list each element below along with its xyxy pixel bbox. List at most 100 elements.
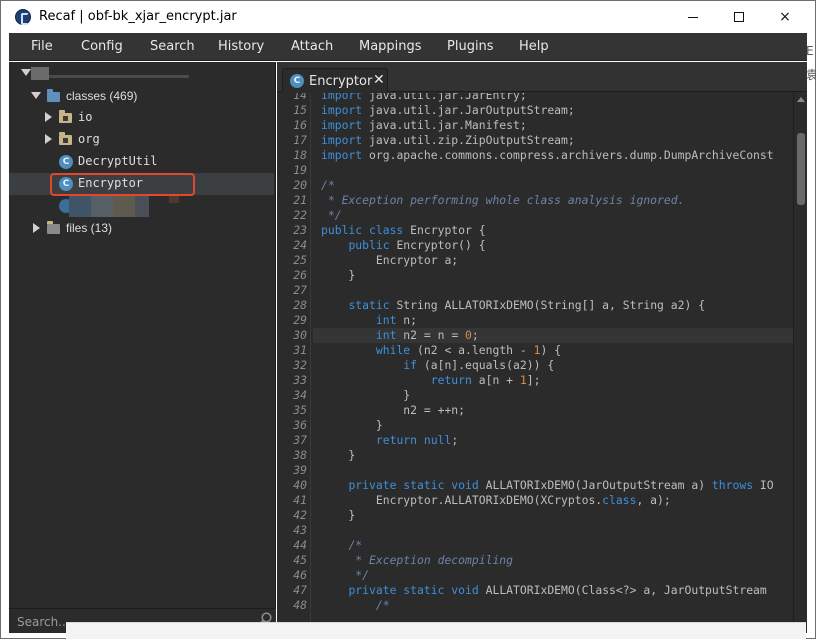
chevron-down-icon (31, 92, 41, 99)
code-line[interactable]: return null; (321, 433, 458, 448)
editor-area: C Encryptor ✕ 14 15 16 17 18 19 20 21 22 23 24 25 26… (277, 62, 807, 633)
code-line[interactable]: return a[n + 1]; (321, 373, 541, 388)
line-number: 23 (293, 223, 307, 237)
annotation-highlight (50, 173, 195, 196)
chevron-right-icon (45, 112, 52, 122)
menu-history[interactable]: History (218, 33, 264, 61)
line-number: 14 (293, 93, 307, 102)
code-line[interactable]: } (321, 508, 355, 523)
line-number: 15 (293, 103, 307, 117)
code-line[interactable]: Encryptor a; (321, 253, 458, 268)
code-line[interactable]: int n; (321, 313, 417, 328)
code-line[interactable]: while (n2 < a.length - 1) { (321, 343, 561, 358)
line-number: 21 (293, 193, 307, 207)
line-number: 34 (293, 388, 307, 402)
code-line[interactable]: /* (321, 178, 335, 193)
line-number: 48 (293, 598, 307, 612)
code-line[interactable]: } (321, 388, 410, 403)
code-line[interactable]: int n2 = n = 0; (321, 328, 479, 343)
scroll-up-icon[interactable] (797, 97, 805, 102)
redacted-block (91, 195, 113, 217)
code-line[interactable]: import java.util.jar.Manifest; (321, 118, 527, 133)
code-line[interactable]: public Encryptor() { (321, 238, 485, 253)
scroll-thumb[interactable] (797, 133, 805, 205)
line-number: 43 (293, 523, 307, 537)
line-number: 27 (293, 283, 307, 297)
line-number: 38 (293, 448, 307, 462)
line-number: 30 (293, 328, 307, 342)
tree-class-label: DecryptUtil (78, 154, 158, 168)
code-line[interactable]: public class Encryptor { (321, 223, 486, 238)
minimize-icon (688, 16, 698, 18)
line-number: 28 (293, 298, 307, 312)
menu-file[interactable]: File (31, 33, 53, 61)
line-number: 25 (293, 253, 307, 267)
code-line[interactable]: /* (321, 598, 390, 613)
code-line[interactable]: n2 = ++n; (321, 403, 465, 418)
line-number: 41 (293, 493, 307, 507)
menu-attach[interactable]: Attach (291, 33, 333, 61)
tree-classes[interactable]: classes (469) (9, 86, 274, 108)
chevron-down-icon (21, 69, 31, 76)
code-line[interactable]: } (321, 418, 383, 433)
code-line[interactable]: Encryptor.ALLATORIxDEMO(XCryptos.class, … (321, 493, 671, 508)
line-number: 31 (293, 343, 307, 357)
chevron-right-icon (45, 134, 52, 144)
code-line[interactable]: static String ALLATORIxDEMO(String[] a, … (321, 298, 705, 313)
code-line[interactable]: if (a[n].equals(a2)) { (321, 358, 554, 373)
tree-root[interactable] (9, 63, 274, 85)
code-line[interactable]: private static void ALLATORIxDEMO(JarOut… (321, 478, 773, 493)
code-line[interactable]: import org.apache.commons.compress.archi… (321, 148, 774, 163)
vertical-scrollbar[interactable] (793, 93, 807, 633)
redacted-block (113, 195, 135, 217)
code-line[interactable]: } (321, 448, 355, 463)
menu-plugins[interactable]: Plugins (447, 33, 494, 61)
line-number: 37 (293, 433, 307, 447)
menu-mappings[interactable]: Mappings (359, 33, 422, 61)
line-number: 39 (293, 463, 307, 477)
menu-search[interactable]: Search (150, 33, 195, 61)
code-line[interactable]: */ (321, 208, 342, 223)
code-line[interactable]: * Exception performing whole class analy… (321, 193, 685, 208)
menu-help[interactable]: Help (519, 33, 549, 61)
tree-package-io[interactable]: io (9, 107, 274, 129)
background-window-fragment: 袁 (806, 68, 816, 82)
code-line[interactable]: * Exception decompiling (321, 553, 513, 568)
app-window: Recaf | obf-bk_xjar_encrypt.jar × File C… (0, 0, 816, 639)
line-number: 35 (293, 403, 307, 417)
line-number: 24 (293, 238, 307, 252)
line-number: 32 (293, 358, 307, 372)
line-number: 36 (293, 418, 307, 432)
code-line[interactable]: import java.util.jar.JarEntry; (321, 93, 527, 103)
minimize-button[interactable] (670, 1, 716, 33)
tree-files-label: files (13) (66, 221, 113, 235)
window-title: Recaf | obf-bk_xjar_encrypt.jar (39, 9, 237, 24)
tree-class-decryptutil[interactable]: C DecryptUtil (9, 151, 274, 173)
background-window-fragment: E (806, 44, 814, 58)
tab-encryptor[interactable]: C Encryptor ✕ (282, 68, 388, 92)
tree-class-redacted[interactable] (9, 195, 274, 217)
workspace-tree[interactable]: classes (469) io org C DecryptUtil C Enc… (9, 62, 276, 633)
line-number: 47 (293, 583, 307, 597)
code-line[interactable]: } (321, 268, 355, 283)
package-folder-icon (59, 132, 72, 145)
close-button[interactable]: × (762, 1, 808, 33)
package-folder-icon (59, 110, 72, 123)
code-line[interactable]: /* (321, 538, 362, 553)
code-view[interactable]: import java.util.jar.JarEntry; import jav… (313, 93, 793, 633)
title-bar[interactable]: Recaf | obf-bk_xjar_encrypt.jar × (1, 1, 815, 33)
tab-close-icon[interactable]: ✕ (373, 72, 385, 88)
line-number: 16 (293, 118, 307, 132)
tab-label: Encryptor (309, 74, 373, 89)
code-line[interactable]: import java.util.jar.JarOutputStream; (321, 103, 575, 118)
code-line[interactable]: private static void ALLATORIxDEMO(Class<… (321, 583, 766, 598)
tree-files[interactable]: files (13) (9, 218, 274, 240)
code-line[interactable]: */ (321, 568, 369, 583)
redacted-block (135, 195, 149, 217)
menu-config[interactable]: Config (81, 33, 123, 61)
maximize-button[interactable] (716, 1, 762, 33)
tree-package-org[interactable]: org (9, 129, 274, 151)
line-number: 18 (293, 148, 307, 162)
redacted-block (69, 195, 91, 217)
code-line[interactable]: import java.util.zip.ZipOutputStream; (321, 133, 575, 148)
